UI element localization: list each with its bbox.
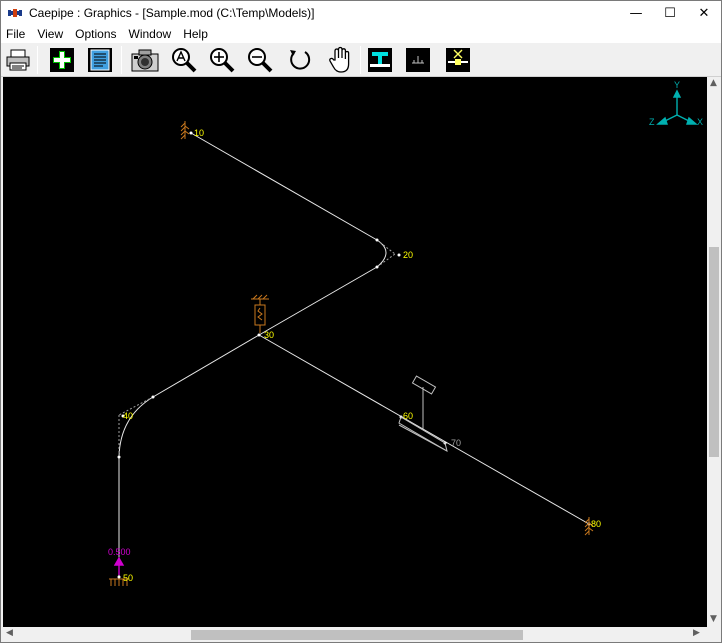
close-button[interactable]: ✕ [687, 1, 721, 25]
minimize-button[interactable]: — [619, 1, 653, 25]
bend-40[interactable] [118, 396, 154, 458]
hand-icon [329, 46, 350, 73]
add-element-icon [50, 48, 74, 72]
list-button[interactable] [85, 45, 115, 75]
scroll-up-arrow-icon[interactable]: ▲ [710, 78, 717, 88]
scrollbar-corner [707, 627, 721, 642]
ground-view-icon [446, 48, 470, 72]
zoom-out-button[interactable] [245, 45, 275, 75]
printer-icon [6, 49, 30, 71]
menu-file[interactable]: File [1, 27, 31, 41]
node-label-30: 30 [264, 330, 274, 340]
axis-z-label: Z [649, 117, 655, 127]
camera-icon [131, 49, 159, 72]
menu-window[interactable]: Window [123, 27, 178, 41]
node-label-60: 60 [403, 411, 413, 421]
rotate-icon [290, 50, 311, 70]
node-label-10: 10 [194, 128, 204, 138]
zoom-auto-button[interactable] [169, 45, 199, 75]
scroll-down-arrow-icon[interactable]: ▼ [710, 614, 717, 624]
vertical-scroll-thumb[interactable] [709, 247, 719, 457]
node-label-50: 50 [123, 573, 133, 583]
axes-triad-icon [656, 89, 698, 125]
menu-view[interactable]: View [31, 27, 69, 41]
maximize-button[interactable]: ☐ [653, 1, 687, 25]
load-arrow-icon[interactable] [113, 556, 125, 575]
node-label-80: 80 [591, 519, 601, 529]
pan-button[interactable] [325, 45, 355, 75]
axis-y-label: Y [674, 80, 680, 90]
caepipe-graphics-window: Caepipe : Graphics - [Sample.mod (C:\Tem… [0, 0, 722, 643]
vertical-scrollbar[interactable]: ▲ ▼ [707, 77, 721, 627]
menu-options[interactable]: Options [69, 27, 122, 41]
anchor-10-icon[interactable] [180, 121, 190, 140]
camera-button[interactable] [130, 45, 160, 75]
horizontal-scroll-thumb[interactable] [191, 630, 523, 640]
zoom-in-button[interactable] [207, 45, 237, 75]
model-view-icon [406, 48, 430, 72]
zoom-in-icon [210, 48, 235, 73]
pipe-30-60[interactable] [258, 334, 424, 430]
rotate-button[interactable] [285, 45, 315, 75]
bend-20[interactable] [376, 239, 387, 268]
title-bar[interactable]: Caepipe : Graphics - [Sample.mod (C:\Tem… [1, 1, 721, 25]
support-view-button[interactable] [365, 45, 395, 75]
menu-help[interactable]: Help [177, 27, 214, 41]
toolbar [1, 43, 721, 77]
pipe-20-30[interactable] [258, 266, 378, 336]
print-button[interactable] [3, 45, 33, 75]
load-label: 0.500 [108, 547, 131, 557]
menu-bar: File View Options Window Help [1, 25, 721, 43]
node-label-40: 40 [123, 411, 133, 421]
axis-x-label: X [697, 117, 703, 127]
pipe-30-40[interactable] [152, 334, 260, 398]
spring-hanger-30-icon[interactable] [251, 294, 269, 333]
model-view-button[interactable] [403, 45, 433, 75]
scroll-right-arrow-icon[interactable]: ▶ [693, 628, 700, 638]
horizontal-scrollbar[interactable]: ◀ ▶ [3, 627, 707, 642]
caepipe-app-icon [8, 9, 22, 17]
scroll-left-arrow-icon[interactable]: ◀ [6, 628, 13, 638]
graphics-canvas[interactable]: 0.500 10 20 30 40 50 60 70 80 Y X Z [3, 77, 707, 627]
add-element-button[interactable] [47, 45, 77, 75]
window-title: Caepipe : Graphics - [Sample.mod (C:\Tem… [29, 6, 315, 20]
node-label-70: 70 [451, 438, 461, 448]
node-label-20: 20 [403, 250, 413, 260]
ground-view-button[interactable] [443, 45, 473, 75]
list-icon [88, 48, 112, 72]
support-view-icon [368, 48, 392, 72]
piping-model-drawing: 0.500 10 20 30 40 50 60 70 80 Y X Z [108, 80, 703, 586]
pipe-60-80[interactable] [422, 428, 590, 525]
pipe-10-20[interactable] [190, 132, 378, 241]
zoom-out-icon [248, 48, 273, 73]
zoom-auto-icon [172, 48, 197, 73]
